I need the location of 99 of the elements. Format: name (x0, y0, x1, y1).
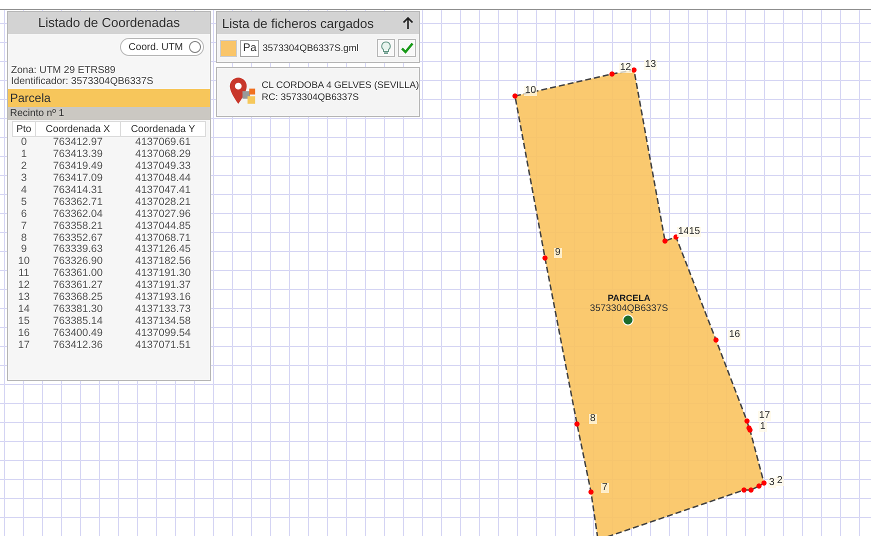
table-cell-text: 763361.00 (52, 268, 104, 280)
zone-text: Zona: UTM 29 ETRS89 (11, 65, 116, 76)
table-cell-text: 763326.90 (52, 256, 104, 268)
table-cell-text: 4137068.71 (134, 232, 192, 244)
layer-tag[interactable]: Pa (240, 40, 260, 56)
table-cell-text: 763381.30 (52, 303, 104, 316)
section-title: Parcela (8, 89, 210, 107)
vertex-point[interactable] (662, 238, 668, 244)
collapse-arrow-icon[interactable] (402, 16, 414, 30)
subsection-title: Recinto nº 1 (8, 107, 210, 120)
validate-button[interactable] (398, 39, 416, 57)
table-cell-text: 763419.49 (52, 160, 104, 173)
column-header: Pto (12, 122, 36, 136)
table-cell-text: 4137191.37 (134, 280, 192, 292)
table-cell-text: 763400.49 (52, 327, 104, 340)
vertex-point[interactable] (512, 93, 518, 99)
vertex-point[interactable] (574, 421, 580, 427)
table-cell-text: 763358.21 (52, 220, 104, 232)
table-cell-text: 763385.14 (52, 315, 104, 328)
vertex-point[interactable] (756, 483, 762, 489)
table-cell-text: 763412.36 (52, 339, 104, 352)
vertex-label: 17 (758, 411, 772, 421)
table-cell-text: 4137027.96 (134, 208, 192, 220)
table-cell-text: 4137048.44 (134, 172, 192, 185)
table-cell-text: 763361.27 (52, 280, 104, 292)
file-name: 3573304QB6337S.gml (262, 42, 360, 54)
table-cell-text: 763362.71 (52, 196, 104, 208)
table-cell-text: 4 (20, 184, 28, 196)
table-cell-text: 6 (20, 208, 28, 220)
table-cell: 763412.97 (35, 136, 120, 149)
table-cell-text: 4137068.29 (134, 148, 192, 161)
layer-swatch[interactable] (220, 40, 237, 56)
table-cell-text: 15 (17, 315, 31, 328)
table-cell-text: 11 (17, 268, 30, 280)
table-cell-text: 3 (20, 172, 28, 185)
panel-title: Listado de Coordenadas (8, 12, 210, 34)
table-cell-text: 10 (17, 256, 31, 268)
table-cell-text: 5 (20, 196, 28, 208)
vertex-point[interactable] (761, 480, 767, 486)
parcel-id: 3573304QB6337S (588, 303, 670, 314)
identifier-text: Identificador: 3573304QB6337S (11, 76, 154, 87)
table-cell-text: 4137126.45 (134, 244, 192, 256)
table-cell-text: 4137099.54 (134, 327, 192, 340)
table-cell: 4137069.61 (120, 136, 206, 149)
table-cell-text: 4137047.41 (134, 184, 192, 196)
column-header: Coordenada X (35, 122, 120, 136)
vertex-label: 9 (554, 248, 562, 258)
panel-title: Lista de ficheros cargados (222, 16, 374, 30)
table-cell-text: 4137028.21 (134, 196, 192, 208)
table-cell-text: 14 (17, 303, 31, 316)
vertex-point[interactable] (741, 487, 747, 493)
vertex-label: 12 (619, 63, 632, 73)
vertex-label: 1 (759, 422, 767, 432)
table-cell-text: 1 (20, 148, 28, 161)
vertex-label: 10 (524, 86, 538, 96)
table-cell-text: 8 (20, 232, 28, 244)
vertex-label: 13 (644, 60, 658, 70)
vertex-label: 16 (728, 330, 742, 340)
parcel-name: PARCELA (606, 293, 652, 303)
vertex-point[interactable] (744, 418, 750, 424)
vertex-point[interactable] (748, 487, 754, 493)
vertex-label: 7 (601, 483, 609, 493)
table-cell-text: 763368.25 (52, 292, 104, 304)
table-cell-text: 763339.63 (52, 244, 104, 256)
table-cell-text: 763362.04 (52, 208, 104, 220)
table-cell-text: 4137044.85 (134, 220, 192, 232)
table-cell-text: 4137191.30 (134, 268, 192, 280)
vertex-point[interactable] (713, 337, 719, 343)
column-header: Coordenada Y (120, 122, 206, 136)
table-cell: 0 (12, 136, 36, 149)
table-cell-text: 4137182.56 (134, 256, 192, 268)
vertex-point[interactable] (542, 255, 548, 261)
vertex-label: 15 (688, 227, 702, 237)
table-cell-text: 763413.39 (52, 148, 104, 161)
vertex-label: 3 (768, 478, 776, 488)
table-cell-text: 17 (17, 339, 31, 352)
reference-text: RC: 3573304QB6337S (262, 92, 360, 104)
vertex-point[interactable] (609, 71, 615, 77)
table-cell-text: 7 (20, 220, 28, 232)
table-cell-text: 4137193.16 (134, 292, 192, 304)
table-cell-text: 763414.31 (52, 184, 104, 196)
vertex-point[interactable] (588, 489, 594, 495)
lightbulb-button[interactable] (377, 39, 395, 57)
table-cell-text: 4137049.33 (134, 160, 192, 173)
vertex-label: 2 (776, 476, 784, 486)
table-cell-text: 2 (20, 160, 28, 173)
address-text: CL CORDOBA 4 GELVES (SEVILLA) (262, 80, 419, 92)
vertex-label: 8 (589, 414, 597, 424)
table-cell-text: 763417.09 (52, 172, 104, 185)
table-cell-text: 16 (17, 327, 31, 340)
utm-toggle[interactable]: Coord. UTM (120, 38, 204, 56)
table-cell-text: 9 (20, 244, 28, 256)
table-cell-text: 13 (17, 292, 31, 304)
table-cell-text: 4137071.51 (134, 339, 192, 352)
table-cell-text: 763352.67 (52, 232, 104, 244)
table-cell-text: 4137134.58 (134, 315, 192, 328)
table-cell-text: 4137133.73 (134, 303, 192, 316)
vertex-point[interactable] (747, 427, 753, 433)
table-cell-text: 12 (17, 280, 31, 292)
